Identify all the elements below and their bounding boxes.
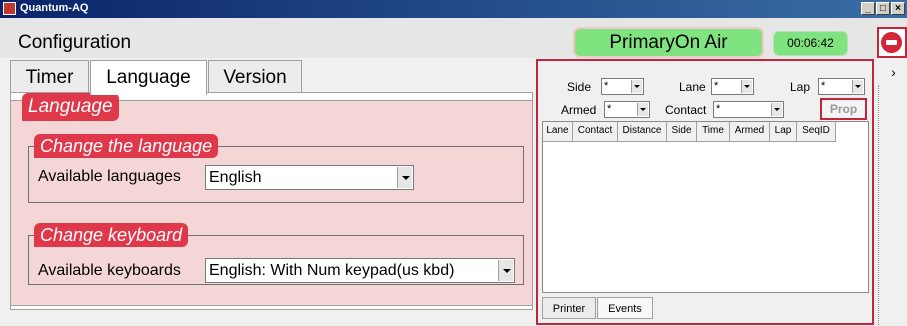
tab-timer[interactable]: Timer	[10, 60, 89, 93]
language-select[interactable]: English	[205, 165, 414, 190]
lap-filter-value: *	[821, 80, 826, 92]
chevron-down-icon	[637, 103, 648, 116]
column-header-contact[interactable]: Contact	[573, 122, 618, 142]
column-header-lap[interactable]: Lap	[770, 122, 797, 142]
available-keyboards-label: Available keyboards	[38, 262, 181, 279]
column-header-side[interactable]: Side	[667, 122, 697, 142]
prop-button[interactable]: Prop	[820, 98, 867, 120]
tab-language[interactable]: Language	[90, 60, 207, 95]
side-filter-label: Side	[567, 80, 592, 94]
exit-button[interactable]	[877, 27, 907, 58]
column-header-armed[interactable]: Armed	[730, 122, 770, 142]
column-header-distance[interactable]: Distance	[618, 122, 667, 142]
window-titlebar: Quantum-AQ _ □ ×	[0, 0, 907, 18]
column-header-lane[interactable]: Lane	[543, 122, 573, 142]
minimize-button[interactable]: _	[861, 2, 875, 15]
splitter[interactable]	[878, 85, 880, 325]
status-badge: PrimaryOn Air	[573, 27, 764, 58]
lap-filter-select[interactable]: *	[818, 78, 865, 95]
armed-filter-select[interactable]: *	[604, 101, 650, 118]
expand-panel-button[interactable]: ›	[880, 60, 907, 85]
side-filter-value: *	[604, 80, 609, 92]
armed-filter-label: Armed	[561, 103, 597, 117]
window-title: Quantum-AQ	[20, 2, 89, 14]
contact-filter-value: *	[716, 103, 721, 115]
chevron-down-icon	[741, 80, 752, 93]
lane-filter-label: Lane	[679, 80, 706, 94]
window-controls: _ □ ×	[861, 2, 905, 15]
chevron-down-icon	[852, 80, 863, 93]
language-group-legend: Language	[22, 93, 119, 121]
column-header-time[interactable]: Time	[697, 122, 730, 142]
contact-filter-label: Contact	[665, 103, 707, 117]
chevron-down-icon	[631, 80, 642, 93]
keyboard-select-value: English: With Num keypad(us kbd)	[209, 262, 455, 279]
language-select-value: English	[209, 169, 262, 186]
page-title: Configuration	[18, 32, 132, 53]
side-filter-select[interactable]: *	[601, 78, 644, 95]
change-keyboard-legend: Change keyboard	[34, 223, 189, 247]
change-language-legend: Change the language	[34, 134, 219, 158]
header-bar	[0, 18, 907, 58]
tab-printer[interactable]: Printer	[542, 297, 596, 319]
chevron-down-icon	[771, 103, 782, 116]
tab-events[interactable]: Events	[597, 297, 653, 319]
column-header-seqid[interactable]: SeqID	[797, 122, 836, 142]
app-icon	[3, 2, 16, 15]
clock-display: 00:06:42	[773, 31, 848, 56]
exit-icon	[881, 32, 902, 53]
tab-version[interactable]: Version	[208, 60, 302, 93]
lane-filter-value: *	[714, 80, 719, 92]
close-button[interactable]: ×	[891, 2, 905, 15]
lane-filter-select[interactable]: *	[711, 78, 754, 95]
keyboard-select[interactable]: English: With Num keypad(us kbd)	[205, 258, 515, 283]
events-grid[interactable]: Lane Contact Distance Side Time Armed La…	[542, 121, 869, 293]
grid-header: Lane Contact Distance Side Time Armed La…	[543, 122, 836, 142]
chevron-down-icon	[397, 167, 412, 188]
maximize-button[interactable]: □	[876, 2, 890, 15]
chevron-down-icon	[498, 260, 513, 281]
available-languages-label: Available languages	[38, 168, 181, 185]
armed-filter-value: *	[607, 103, 612, 115]
contact-filter-select[interactable]: *	[713, 101, 784, 118]
lap-filter-label: Lap	[790, 80, 811, 94]
